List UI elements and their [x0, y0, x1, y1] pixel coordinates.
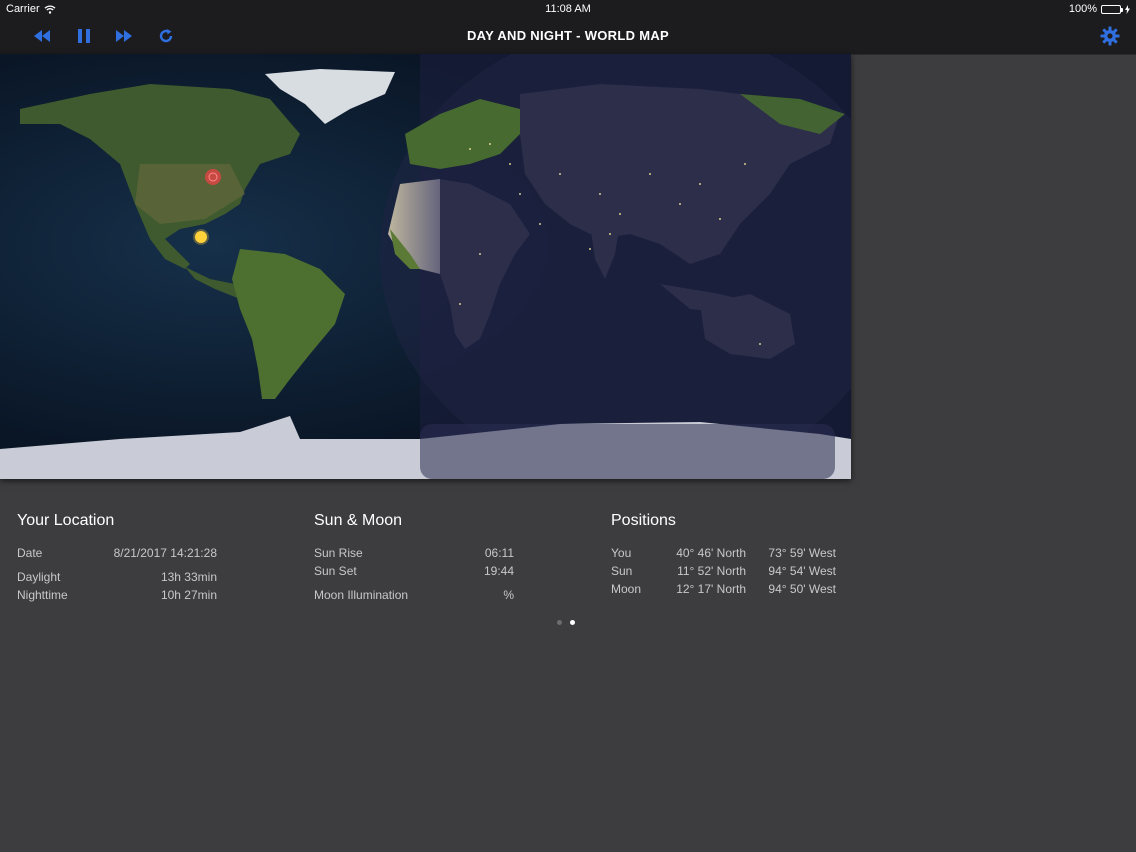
daylight-value: 13h 33min	[160, 570, 217, 584]
page-dot-2[interactable]	[570, 620, 575, 625]
position-longitude: 73° 59' West	[768, 546, 836, 560]
date-row: Date 8/21/2017 14:21:28	[17, 544, 217, 562]
sunrise-row: Sun Rise 06:11	[314, 544, 514, 562]
positions-panel: Positions You 40° 46' North 73° 59' West…	[611, 512, 836, 598]
sun-icon	[193, 229, 209, 245]
sun-moon-title: Sun & Moon	[314, 512, 403, 529]
position-latitude: 11° 52' North	[677, 564, 746, 578]
sunset-label: Sun Set	[314, 564, 357, 578]
position-row-sun: Sun 11° 52' North 94° 54' West	[611, 562, 836, 580]
world-map[interactable]	[0, 54, 851, 479]
daylight-label: Daylight	[17, 570, 61, 584]
sun-moon-panel: Sun & Moon Sun Rise 06:11 Sun Set 19:44 …	[314, 512, 514, 604]
date-label: Date	[17, 546, 43, 560]
nighttime-value: 10h 27min	[160, 588, 217, 602]
battery-percent: 100%	[1068, 3, 1097, 15]
location-title: Your Location	[17, 512, 115, 529]
page-dot-1[interactable]	[557, 620, 562, 625]
positions-title: Positions	[611, 512, 676, 529]
position-name: Sun	[611, 564, 633, 578]
sunset-row: Sun Set 19:44	[314, 562, 514, 580]
nighttime-row: Nighttime 10h 27min	[17, 586, 217, 604]
moon-illumination-row: Moon Illumination %	[314, 586, 514, 604]
page-indicator[interactable]	[557, 620, 575, 625]
battery-info: 100%	[1069, 3, 1130, 15]
position-name: You	[611, 546, 632, 560]
nighttime-label: Nighttime	[17, 588, 68, 602]
sunset-value: 19:44	[483, 564, 514, 578]
sunrise-label: Sun Rise	[314, 546, 363, 560]
moon-illumination-value: %	[503, 588, 514, 602]
status-time: 11:08 AM	[545, 3, 591, 15]
position-latitude: 40° 46' North	[676, 546, 746, 560]
position-longitude: 94° 54' West	[768, 564, 836, 578]
settings-button[interactable]	[1098, 25, 1122, 47]
position-row-you: You 40° 46' North 73° 59' West	[611, 544, 836, 562]
daylight-row: Daylight 13h 33min	[17, 568, 217, 586]
sunrise-value: 06:11	[484, 546, 514, 560]
charging-icon	[1125, 4, 1130, 14]
world-map-canvas	[0, 54, 851, 479]
position-name: Moon	[611, 582, 642, 596]
status-bar: Carrier 11:08 AM 100%	[0, 0, 1136, 18]
location-panel: Your Location Date 8/21/2017 14:21:28 Da…	[17, 512, 217, 604]
location-marker-icon[interactable]	[205, 169, 221, 185]
nav-bar: DAY AND NIGHT - WORLD MAP	[0, 18, 1136, 55]
position-row-moon: Moon 12° 17' North 94° 50' West	[611, 580, 836, 598]
page-title: DAY AND NIGHT - WORLD MAP	[466, 28, 670, 43]
battery-icon	[1101, 4, 1123, 14]
moon-illumination-label: Moon Illumination	[314, 588, 409, 602]
position-longitude: 94° 50' West	[768, 582, 836, 596]
gear-icon	[1100, 26, 1120, 46]
date-value: 8/21/2017 14:21:28	[113, 546, 217, 560]
position-latitude: 12° 17' North	[676, 582, 746, 596]
